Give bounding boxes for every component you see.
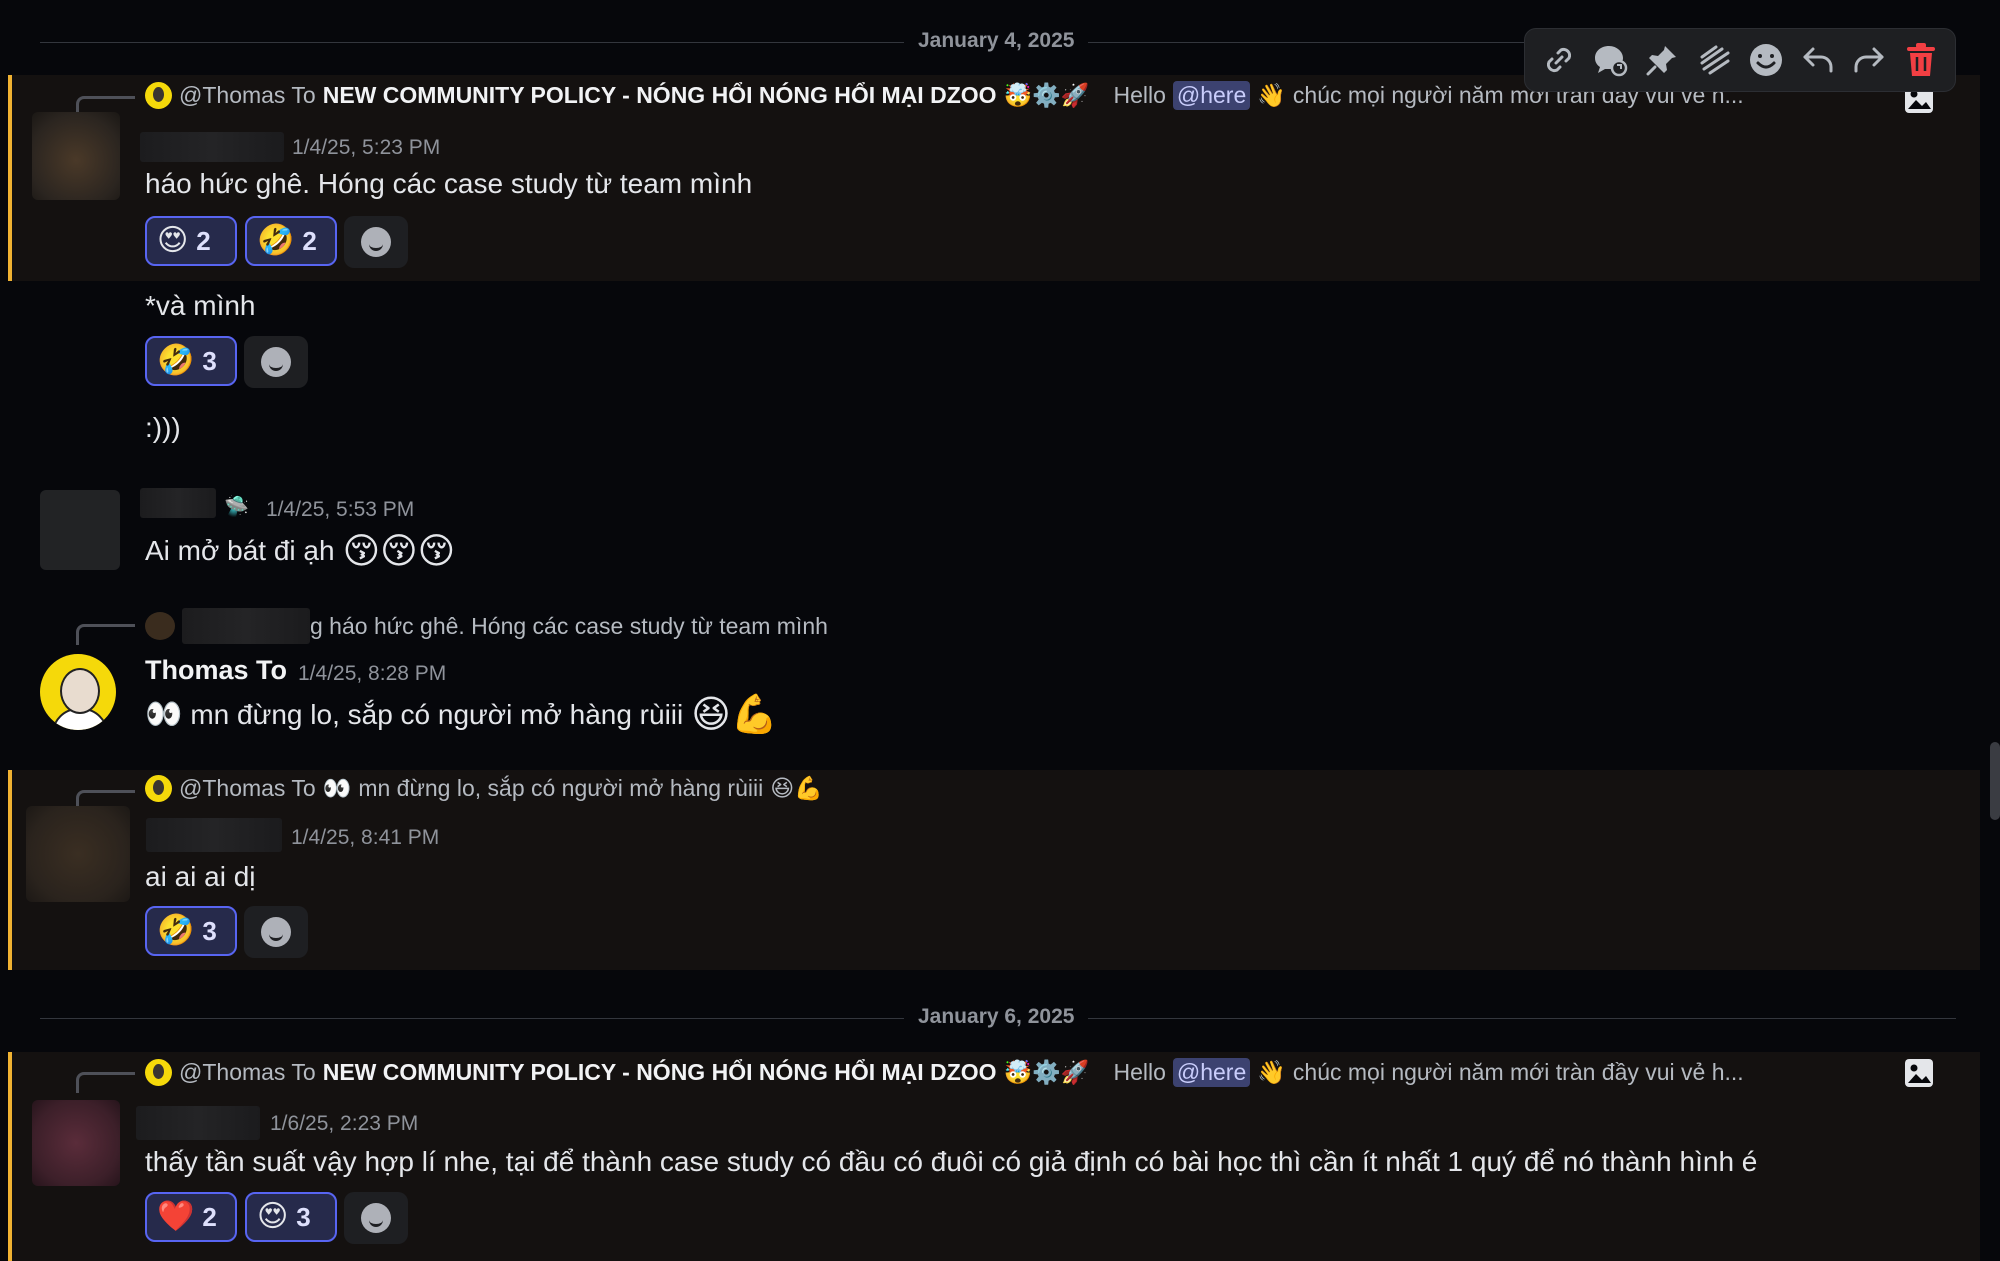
message-body: Ai mở bát đi ạh xyxy=(145,535,335,566)
date-divider: January 6, 2025 xyxy=(904,1005,1089,1029)
laugh-muscle-emojis: 😆💪 xyxy=(770,775,823,801)
reaction-count: 2 xyxy=(196,225,211,256)
reply-preview[interactable]: @Thomas To NEW COMMUNITY POLICY - NÓNG H… xyxy=(145,1058,1744,1087)
heart-eyes-emoji: 😍 xyxy=(157,224,189,257)
pin-icon[interactable] xyxy=(1642,40,1682,80)
wave-emoji: 👋 xyxy=(1257,82,1286,108)
username-redacted xyxy=(146,818,282,852)
rofl-emoji: 🤣 xyxy=(157,344,195,377)
add-reaction-button[interactable] xyxy=(344,216,408,268)
reaction-rofl[interactable]: 🤣 3 xyxy=(145,906,237,956)
hello-text: Hello xyxy=(1113,1059,1166,1085)
laugh-muscle-emojis: 😆💪 xyxy=(691,694,779,736)
reply-connector xyxy=(76,1072,135,1093)
reply-preview[interactable]: @Thomas To NEW COMMUNITY POLICY - NÓNG H… xyxy=(145,81,1744,110)
reaction-heart-eyes[interactable]: 😍 2 xyxy=(145,216,237,266)
hello-text: Hello xyxy=(1113,82,1166,108)
ufo-badge: 🛸 xyxy=(224,496,249,518)
reply-mention[interactable]: @Thomas To xyxy=(179,1059,316,1086)
add-reaction-icon xyxy=(361,1203,391,1233)
add-reaction-icon[interactable] xyxy=(1746,40,1786,80)
message-text: Ai mở bát đi ạh 😚😚😚 xyxy=(145,530,455,572)
reply-mention[interactable]: @Thomas To xyxy=(179,82,316,109)
avatar-blurred[interactable] xyxy=(32,112,120,200)
avatar-blurred[interactable] xyxy=(40,490,120,570)
avatar-blurred[interactable] xyxy=(32,1100,120,1186)
here-mention[interactable]: @here xyxy=(1172,81,1251,110)
reaction-count: 2 xyxy=(302,225,317,256)
avatar-blurred[interactable] xyxy=(26,806,130,902)
reaction-rofl[interactable]: 🤣 2 xyxy=(245,216,337,266)
image-attachment-icon xyxy=(1905,1059,1933,1087)
date-divider: January 4, 2025 xyxy=(904,29,1089,53)
reaction-count: 3 xyxy=(202,915,217,946)
reply-avatar xyxy=(145,775,172,802)
kissing-emojis: 😚😚😚 xyxy=(342,530,456,571)
timestamp[interactable]: 1/4/25, 8:41 PM xyxy=(291,826,439,850)
timestamp[interactable]: 1/6/25, 2:23 PM xyxy=(270,1112,418,1136)
reaction-heart[interactable]: ❤️ 2 xyxy=(145,1192,237,1242)
reaction-heart-eyes[interactable]: 😍 3 xyxy=(245,1192,337,1242)
reply-connector xyxy=(76,624,135,645)
reaction-count: 3 xyxy=(296,1201,311,1232)
rofl-emoji: 🤣 xyxy=(157,914,195,947)
message-text: ai ai ai dị xyxy=(145,861,256,892)
message-text: háo hức ghê. Hóng các case study từ team… xyxy=(145,168,753,199)
reply-avatar xyxy=(145,1059,172,1086)
reply-preview[interactable]: @Thomas To 👀 mn đừng lo, sắp có người mở… xyxy=(145,775,823,802)
reply-title: NEW COMMUNITY POLICY - NÓNG HỔI NÓNG HỔI… xyxy=(322,1059,997,1085)
add-reaction-icon xyxy=(261,917,291,947)
username-redacted xyxy=(140,132,284,162)
reply-icon[interactable] xyxy=(1798,40,1838,80)
add-reaction-button[interactable] xyxy=(244,336,308,388)
heart-eyes-emoji: 😍 xyxy=(257,1200,289,1233)
reaction-count: 2 xyxy=(202,1201,217,1232)
message-body: mn đừng lo, sắp có người mở hàng rùiii xyxy=(190,698,684,730)
reaction-rofl[interactable]: 🤣 3 xyxy=(145,336,237,386)
timestamp[interactable]: 1/4/25, 5:23 PM xyxy=(292,136,440,160)
eyes-emoji: 👀 xyxy=(322,775,352,801)
message-text: thấy tần suất vậy hợp lí nhe, tại để thà… xyxy=(145,1146,1758,1177)
reply-avatar xyxy=(145,82,172,109)
reply-avatar-redacted xyxy=(145,612,175,640)
rofl-emoji: 🤣 xyxy=(257,224,295,257)
message-text: *và mình xyxy=(145,290,256,321)
avatar-thomas[interactable] xyxy=(40,654,116,730)
reaction-count: 3 xyxy=(202,345,217,376)
forward-icon[interactable] xyxy=(1849,40,1889,80)
link-icon[interactable] xyxy=(1539,40,1579,80)
add-reaction-icon xyxy=(361,227,391,257)
timestamp[interactable]: 1/4/25, 5:53 PM xyxy=(266,498,414,522)
mark-unread-icon[interactable] xyxy=(1694,40,1734,80)
eyes-emoji: 👀 xyxy=(145,698,183,731)
reply-title: NEW COMMUNITY POLICY - NÓNG HỔI NÓNG HỔI… xyxy=(322,82,997,108)
heart-emoji: ❤️ xyxy=(157,1200,195,1233)
username-redacted xyxy=(140,488,216,518)
username[interactable]: Thomas To xyxy=(145,655,287,686)
title-emojis: 🤯⚙️🚀 xyxy=(1003,1059,1090,1085)
add-reaction-button[interactable] xyxy=(344,1192,408,1244)
username-redacted xyxy=(136,1106,260,1140)
message-text: 👀 mn đừng lo, sắp có người mở hàng rùiii… xyxy=(145,692,778,737)
wave-emoji: 👋 xyxy=(1257,1059,1286,1085)
message-text: :))) xyxy=(145,412,181,443)
scrollbar-thumb[interactable] xyxy=(1990,742,2000,820)
username-redacted xyxy=(182,608,310,644)
thread-icon[interactable] xyxy=(1591,40,1631,80)
add-reaction-icon xyxy=(261,347,291,377)
timestamp[interactable]: 1/4/25, 8:28 PM xyxy=(298,662,446,686)
reply-mention[interactable]: @Thomas To xyxy=(179,775,316,802)
reply-preview-text: chúc mọi người năm mới tràn đầy vui vẻ h… xyxy=(1292,1059,1744,1085)
reply-preview-text: mn đừng lo, sắp có người mở hàng rùiii xyxy=(358,775,764,801)
message-toolbar xyxy=(1524,28,1956,92)
reply-preview[interactable]: g háo hức ghê. Hóng các case study từ te… xyxy=(310,613,828,640)
add-reaction-button[interactable] xyxy=(244,906,308,958)
here-mention[interactable]: @here xyxy=(1172,1058,1251,1087)
title-emojis: 🤯⚙️🚀 xyxy=(1003,82,1090,108)
delete-icon[interactable] xyxy=(1901,40,1941,80)
